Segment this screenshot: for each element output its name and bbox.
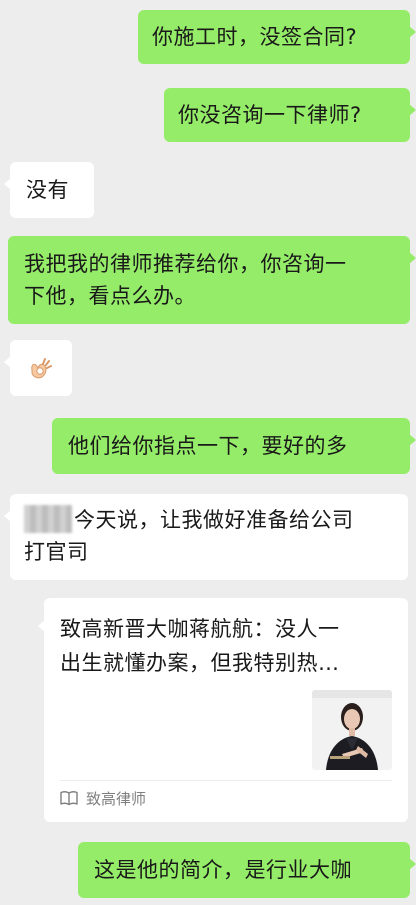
card-divider — [60, 780, 392, 781]
message-bubble-incoming[interactable]: 今天说，让我做好准备给公司 打官司 — [4, 494, 408, 580]
message-bubble-incoming[interactable] — [4, 340, 72, 396]
article-title-line: 出生就懂办案，但我特别热… — [60, 651, 340, 675]
blurred-name-image — [24, 505, 72, 533]
message-text-line: 今天说，让我做好准备给公司 — [74, 508, 354, 532]
article-title: 致高新晋大咖蒋航航：没人一 出生就懂办案，但我特别热… — [60, 612, 390, 680]
article-source-label: 致高律师 — [86, 789, 147, 808]
message-bubble-outgoing[interactable]: 你施工时，没签合同? — [138, 10, 416, 64]
message-text: 他们给你指点一下，要好的多 — [68, 434, 348, 458]
message-text-line: 下他，看点么办。 — [24, 284, 196, 308]
message-bubble-outgoing[interactable]: 我把我的律师推荐给你，你咨询一 下他，看点么办。 — [8, 236, 416, 324]
message-text: 这是他的简介，是行业大咖 — [94, 858, 352, 882]
article-thumbnail-image — [312, 690, 392, 770]
message-bubble-incoming[interactable]: 没有 — [4, 162, 94, 218]
message-text-line: 我把我的律师推荐给你，你咨询一 — [24, 252, 347, 276]
message-text-line: 打官司 — [24, 540, 89, 564]
message-text: 你施工时，没签合同? — [152, 25, 358, 49]
message-bubble-outgoing[interactable]: 他们给你指点一下，要好的多 — [52, 418, 416, 474]
message-text: 你没咨询一下律师? — [178, 103, 362, 127]
message-bubble-outgoing[interactable]: 这是他的简介，是行业大咖 — [78, 842, 416, 898]
book-icon — [60, 791, 78, 806]
message-text: 没有 — [26, 178, 69, 202]
message-bubble-outgoing[interactable]: 你没咨询一下律师? — [164, 88, 416, 142]
article-source: 致高律师 — [60, 786, 146, 810]
article-title-line: 致高新晋大咖蒋航航：没人一 — [60, 617, 340, 641]
ok-hand-emoji-icon — [31, 358, 52, 379]
shared-article-card[interactable]: 致高新晋大咖蒋航航：没人一 出生就懂办案，但我特别热… 致高律师 — [38, 598, 408, 822]
